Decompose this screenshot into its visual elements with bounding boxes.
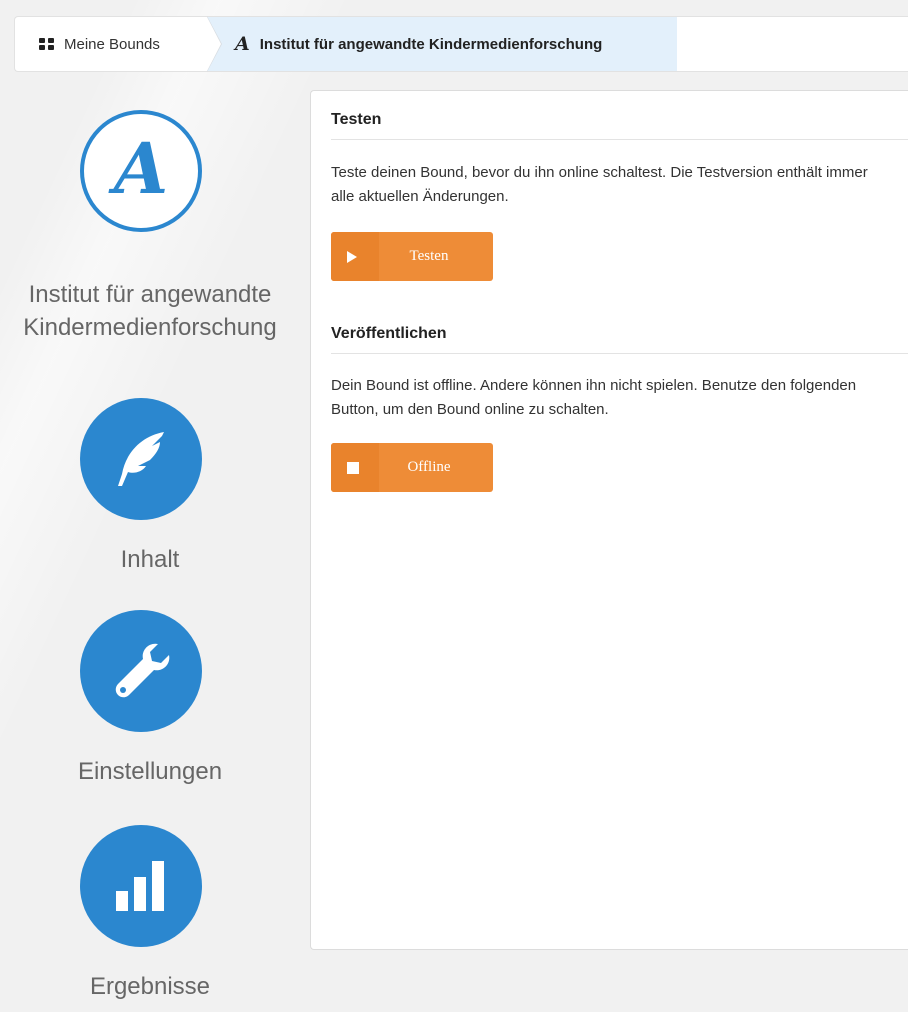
test-button-label: Testen xyxy=(409,248,449,264)
breadcrumb: Meine Bounds A Institut für angewandte K… xyxy=(14,16,908,72)
section-text-publish: Dein Bound ist offline. Andere können ih… xyxy=(331,377,857,418)
play-icon xyxy=(347,250,357,263)
offline-button[interactable]: Offline xyxy=(331,443,493,492)
sidebar-item-label: Institut für angewandte Kindermedienfors… xyxy=(23,281,277,341)
wrench-icon xyxy=(115,643,170,698)
breadcrumb-separator xyxy=(207,17,221,71)
sidebar-item-label: Einstellungen xyxy=(77,758,223,785)
section-title-publish: Veröffentlichen xyxy=(331,325,908,354)
grid-icon xyxy=(39,37,54,51)
stop-icon-wrap xyxy=(331,443,379,492)
sidebar-item-label: Ergebnisse xyxy=(89,973,211,1000)
play-icon-wrap xyxy=(331,232,379,281)
sidebar-item-inhalt[interactable]: Inhalt xyxy=(0,398,300,588)
sidebar-item-ergebnisse[interactable]: Ergebnisse xyxy=(0,825,300,1012)
main-panel: Testen Teste deinen Bound, bevor du ihn … xyxy=(310,90,908,950)
feather-icon xyxy=(118,432,164,486)
breadcrumb-home[interactable]: Meine Bounds xyxy=(15,17,207,71)
sidebar-item-einstellungen[interactable]: Einstellungen xyxy=(0,610,300,800)
wrench-icon-circle xyxy=(80,610,202,732)
breadcrumb-current-label: Institut für angewandte Kindermedienfors… xyxy=(259,35,603,53)
bar-chart-icon-circle xyxy=(80,825,202,947)
section-text-test: Teste deinen Bound, bevor du ihn online … xyxy=(331,164,868,205)
section-title-test: Testen xyxy=(331,111,908,140)
breadcrumb-home-label: Meine Bounds xyxy=(64,35,160,53)
sidebar-item-project[interactable]: A Institut für angewandte Kindermedienfo… xyxy=(0,110,300,370)
bar-chart-icon xyxy=(116,861,164,911)
breadcrumb-current[interactable]: A Institut für angewandte Kindermedienfo… xyxy=(207,17,677,71)
script-a-icon: A xyxy=(235,33,250,55)
script-a-icon: A xyxy=(113,127,169,210)
stop-icon xyxy=(347,461,359,474)
offline-button-label: Offline xyxy=(407,459,451,475)
project-logo: A xyxy=(80,110,202,232)
feather-icon-circle xyxy=(80,398,202,520)
sidebar-item-label: Inhalt xyxy=(120,546,180,573)
test-button[interactable]: Testen xyxy=(331,232,493,281)
